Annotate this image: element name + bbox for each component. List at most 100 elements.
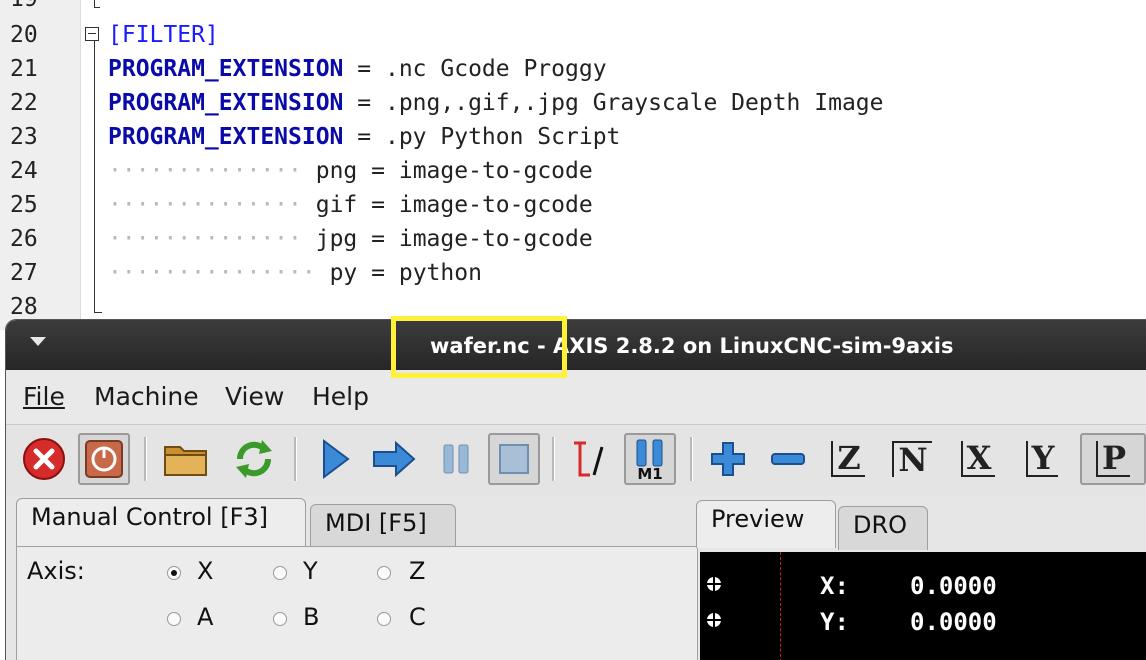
dro-y-value: 0.0000 bbox=[910, 608, 997, 636]
menu-file[interactable]: File bbox=[23, 382, 65, 411]
view-z-icon: Z bbox=[831, 441, 865, 477]
code-line: PROGRAM_EXTENSION = .nc Gcode Proggy bbox=[108, 56, 607, 82]
machine-power-button[interactable] bbox=[78, 433, 130, 485]
menu-view[interactable]: View bbox=[225, 382, 284, 411]
code-value: image-to-gcode bbox=[398, 226, 593, 252]
code-editor[interactable]: 19 20 21 22 23 24 25 26 27 28 [FILTER] P… bbox=[0, 0, 1146, 330]
preview-canvas[interactable]: X: 0.0000 Y: 0.0000 bbox=[700, 552, 1146, 660]
line-number: 19 bbox=[10, 0, 70, 12]
reload-icon bbox=[236, 440, 272, 478]
optional-stop-button[interactable]: M1 bbox=[624, 433, 676, 485]
block-delete-icon bbox=[574, 441, 604, 477]
tab-preview[interactable]: Preview bbox=[696, 500, 836, 548]
axis-y-radio[interactable] bbox=[273, 566, 287, 580]
toolbar-separator bbox=[552, 437, 555, 481]
window-menu-icon[interactable] bbox=[30, 337, 46, 346]
line-number-gutter: 19 20 21 22 23 24 25 26 27 28 bbox=[0, 0, 81, 330]
axis-c-radio[interactable] bbox=[377, 612, 391, 626]
axis-b-radio[interactable] bbox=[273, 612, 287, 626]
run-button[interactable] bbox=[308, 433, 360, 485]
menu-machine-label: Machine bbox=[94, 382, 199, 411]
zoom-out-icon bbox=[771, 453, 805, 465]
axis-y-label: Y bbox=[303, 557, 318, 585]
line-number: 21 bbox=[10, 56, 38, 82]
code-eq: = bbox=[357, 90, 372, 116]
zoom-in-icon bbox=[711, 442, 745, 476]
menu-file-label: File bbox=[23, 382, 65, 411]
pause-button[interactable] bbox=[430, 433, 482, 485]
limit-line bbox=[780, 552, 781, 660]
code-value: .py Python Script bbox=[384, 124, 621, 150]
code-line: ·············· png = image-to-gcode bbox=[108, 158, 593, 184]
code-line: ·············· gif = image-to-gcode bbox=[108, 192, 593, 218]
stop-button[interactable] bbox=[488, 433, 540, 485]
pause-icon bbox=[443, 444, 469, 474]
step-icon bbox=[373, 440, 416, 478]
whitespace-dots: ·············· bbox=[108, 158, 302, 184]
open-file-button[interactable] bbox=[160, 433, 212, 485]
code-value: image-to-gcode bbox=[398, 192, 593, 218]
code-key: png bbox=[315, 158, 358, 184]
axis-x-radio[interactable] bbox=[167, 566, 181, 580]
zoom-out-button[interactable] bbox=[762, 433, 814, 485]
block-delete-button[interactable] bbox=[564, 433, 616, 485]
zoom-in-button[interactable] bbox=[702, 433, 754, 485]
origin-marker-icon bbox=[704, 610, 724, 630]
axis-b-label: B bbox=[303, 603, 320, 631]
tab-dro[interactable]: DRO bbox=[838, 506, 928, 550]
tab-manual-control[interactable]: Manual Control [F3] bbox=[16, 498, 306, 546]
menubar: File Machine View Help bbox=[6, 370, 1146, 425]
run-icon bbox=[323, 439, 350, 479]
optional-stop-icon: M1 bbox=[636, 439, 663, 482]
fold-toggle-icon[interactable] bbox=[85, 27, 99, 41]
dro-x-value: 0.0000 bbox=[910, 572, 997, 600]
code-section-header: [FILTER] bbox=[108, 22, 219, 48]
tab-preview-label: Preview bbox=[711, 505, 805, 533]
code-value: .png,.gif,.jpg Grayscale Depth Image bbox=[384, 90, 884, 116]
code-value: image-to-gcode bbox=[398, 158, 593, 184]
whitespace-dots: ··············· bbox=[108, 260, 316, 286]
axis-x-label: X bbox=[197, 557, 214, 585]
view-x-button[interactable]: X bbox=[952, 433, 1004, 485]
line-number: 23 bbox=[10, 124, 38, 150]
axis-c-label: C bbox=[409, 603, 426, 631]
code-key: py bbox=[329, 260, 358, 286]
line-number: 20 bbox=[10, 22, 38, 48]
code-eq: = bbox=[357, 56, 372, 82]
stop-icon bbox=[499, 444, 529, 474]
estop-icon bbox=[23, 438, 65, 480]
line-number: 27 bbox=[10, 260, 38, 286]
view-p-button[interactable]: P bbox=[1080, 433, 1146, 485]
window-titlebar[interactable]: wafer.nc - AXIS 2.8.2 on LinuxCNC-sim-9a… bbox=[6, 320, 1146, 370]
dro-y-label: Y: bbox=[820, 608, 849, 636]
view-y-icon: Y bbox=[1025, 441, 1059, 477]
view-y-button[interactable]: Y bbox=[1016, 433, 1068, 485]
menu-help-label: Help bbox=[312, 382, 369, 411]
axis-a-radio[interactable] bbox=[167, 612, 181, 626]
code-key: gif bbox=[315, 192, 358, 218]
whitespace-dots: ·············· bbox=[108, 226, 302, 252]
toolbar-separator bbox=[294, 437, 297, 481]
view-z-button[interactable]: Z bbox=[822, 433, 874, 485]
code-value: python bbox=[398, 260, 482, 286]
code-key: jpg bbox=[315, 226, 358, 252]
view-z2-button[interactable]: N bbox=[886, 433, 938, 485]
origin-marker-icon bbox=[704, 574, 724, 594]
view-z2-icon: N bbox=[892, 441, 932, 477]
title-highlight-box bbox=[391, 316, 567, 378]
menu-machine[interactable]: Machine bbox=[94, 382, 199, 411]
line-number: 22 bbox=[10, 90, 38, 116]
axis-a-label: A bbox=[197, 603, 214, 631]
estop-button[interactable] bbox=[18, 433, 70, 485]
line-number: 25 bbox=[10, 192, 38, 218]
menu-help[interactable]: Help bbox=[312, 382, 369, 411]
fold-line bbox=[94, 41, 95, 313]
reload-button[interactable] bbox=[228, 433, 280, 485]
step-button[interactable] bbox=[368, 433, 420, 485]
line-number: 24 bbox=[10, 158, 38, 184]
tab-manual-control-label: Manual Control [F3] bbox=[31, 503, 269, 531]
axis-label: Axis: bbox=[27, 557, 85, 585]
code-key: PROGRAM_EXTENSION bbox=[108, 124, 344, 150]
axis-z-radio[interactable] bbox=[377, 566, 391, 580]
tab-mdi[interactable]: MDI [F5] bbox=[310, 504, 456, 548]
